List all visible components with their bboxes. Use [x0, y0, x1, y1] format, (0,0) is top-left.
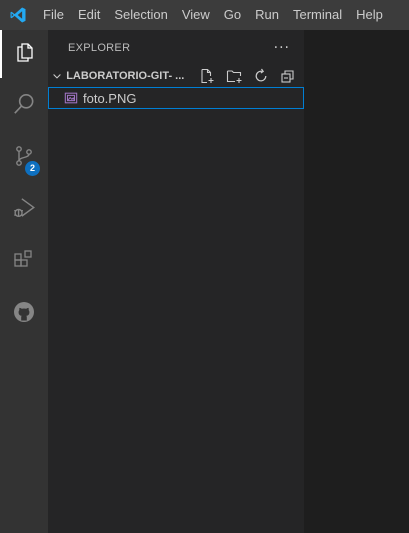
file-name: foto.PNG — [83, 90, 137, 106]
chevron-down-icon — [48, 65, 66, 87]
ellipsis-icon[interactable]: ··· — [274, 41, 290, 55]
file-item-foto[interactable]: foto.PNG — [48, 87, 304, 109]
menu-terminal[interactable]: Terminal — [286, 0, 349, 30]
collapse-all-icon[interactable] — [277, 65, 299, 87]
image-file-icon — [63, 90, 79, 106]
search-icon — [11, 91, 37, 121]
activity-source-control[interactable]: 2 — [0, 134, 48, 182]
activity-github[interactable] — [0, 290, 48, 338]
activity-extensions[interactable] — [0, 238, 48, 286]
editor-area[interactable] — [304, 30, 409, 533]
menu-run[interactable]: Run — [248, 0, 286, 30]
menu-help[interactable]: Help — [349, 0, 390, 30]
folder-section-header[interactable]: LABORATORIO-GIT- ... — [48, 65, 304, 87]
menu-file[interactable]: File — [36, 0, 71, 30]
folder-name: LABORATORIO-GIT- ... — [66, 70, 185, 82]
activity-explorer[interactable] — [0, 30, 48, 78]
folder-actions — [196, 65, 304, 87]
menu-view[interactable]: View — [175, 0, 217, 30]
menu-bar: File Edit Selection View Go Run Terminal… — [0, 0, 409, 30]
activity-search[interactable] — [0, 82, 48, 130]
github-icon — [12, 300, 36, 328]
vscode-logo-icon — [0, 0, 36, 30]
refresh-icon[interactable] — [250, 65, 272, 87]
files-icon — [13, 40, 37, 68]
explorer-sidebar: EXPLORER ··· LABORATORIO-GIT- ... foto.P… — [48, 30, 304, 533]
explorer-header: EXPLORER ··· — [48, 30, 304, 65]
menu-selection[interactable]: Selection — [107, 0, 174, 30]
source-control-badge: 2 — [25, 161, 40, 176]
explorer-title: EXPLORER — [68, 41, 131, 54]
activity-run-debug[interactable] — [0, 186, 48, 234]
run-debug-icon — [11, 195, 37, 225]
menu-edit[interactable]: Edit — [71, 0, 107, 30]
new-file-icon[interactable] — [196, 65, 218, 87]
menu-go[interactable]: Go — [217, 0, 248, 30]
new-folder-icon[interactable] — [223, 65, 245, 87]
activity-bar: 2 — [0, 30, 48, 533]
extensions-icon — [12, 248, 36, 276]
